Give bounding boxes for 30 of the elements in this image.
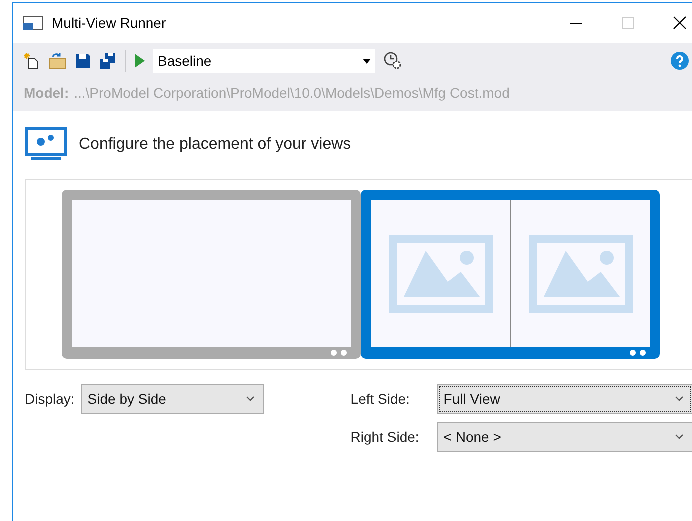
- field-label: Left Side:: [350, 390, 411, 408]
- section-heading: Configure the placement of your views: [79, 135, 352, 155]
- monitor-settings-icon: [25, 127, 67, 163]
- close-icon[interactable]: [673, 16, 687, 30]
- dropdown[interactable]: Full View: [436, 384, 692, 414]
- chevron-down-icon: [674, 434, 684, 440]
- help-icon[interactable]: [671, 52, 689, 70]
- chevron-down-icon: [674, 396, 684, 402]
- image-placeholder-icon: [388, 234, 492, 312]
- new-file-icon[interactable]: [23, 52, 41, 70]
- monitor[interactable]: [361, 190, 660, 359]
- app-window-icon: [23, 16, 43, 30]
- image-placeholder-icon: [528, 234, 632, 312]
- dropdown[interactable]: < None >: [436, 422, 692, 452]
- clock-gear-icon[interactable]: [383, 51, 403, 71]
- dropdown[interactable]: Side by Side: [80, 384, 264, 414]
- monitor-dots-icon: [629, 349, 647, 357]
- save-all-icon[interactable]: [99, 52, 117, 70]
- run-icon[interactable]: [134, 53, 146, 69]
- scenario-dropdown[interactable]: Baseline: [153, 49, 375, 73]
- chevron-down-icon: [246, 396, 255, 402]
- model-path: ...\ProModel Corporation\ProModel\10.0\Models\Demos\Mfg Cost.mod: [74, 84, 510, 103]
- dropdown-arrow-icon: [363, 58, 371, 64]
- field-label: Display:: [25, 390, 75, 409]
- open-folder-icon[interactable]: [49, 52, 67, 70]
- model-label: Model:: [24, 84, 70, 102]
- field-label: Right Side:: [350, 428, 420, 447]
- monitor-dots-icon: [330, 349, 348, 357]
- window-title: Multi-View Runner: [52, 14, 166, 32]
- save-icon[interactable]: [75, 53, 91, 69]
